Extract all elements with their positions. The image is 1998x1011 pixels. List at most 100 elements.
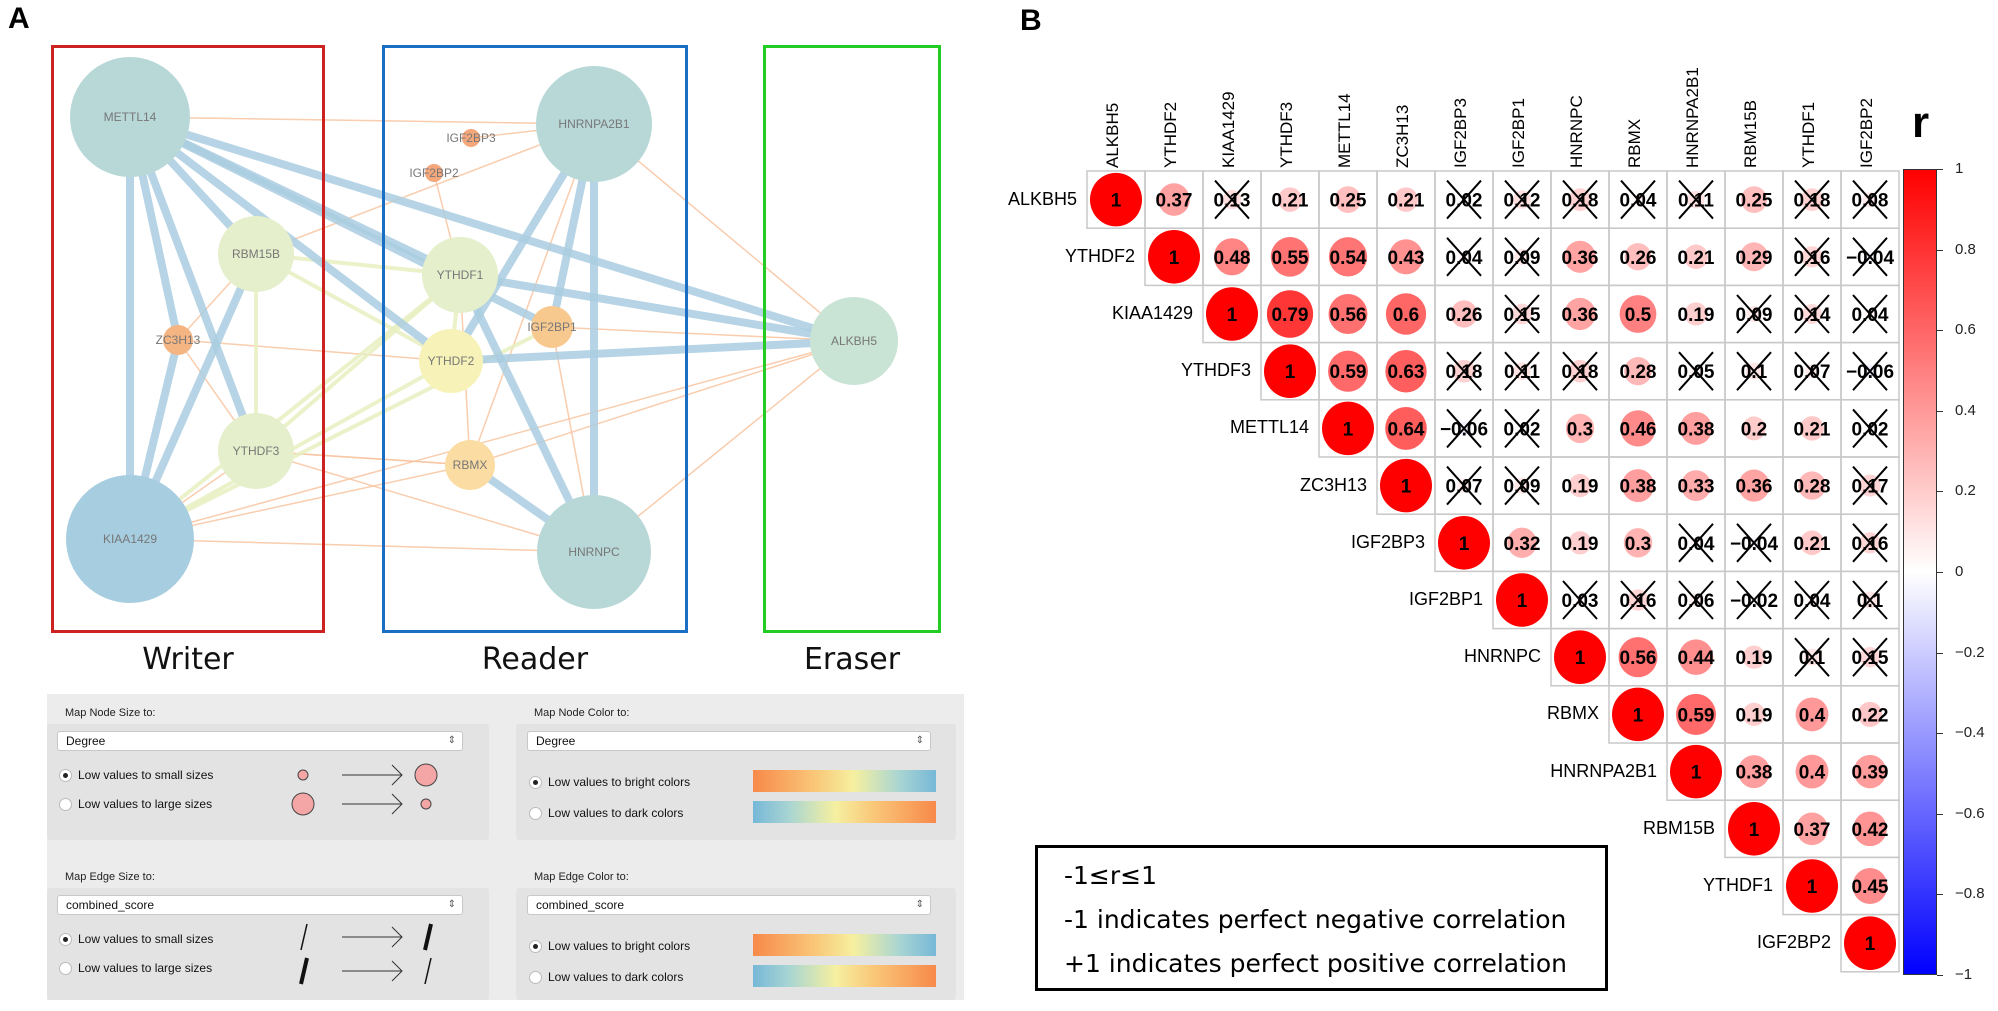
correlation-circle [1800,416,1824,441]
cell-border [1840,570,1900,630]
eraser-group-box [763,45,941,633]
correlation-cell: 1 [1260,341,1320,401]
correlation-value: 0.26 [1620,248,1657,269]
correlation-circle [1385,406,1427,450]
cell-border [1144,227,1204,287]
radio-selected[interactable] [59,768,72,782]
cell-border [1492,284,1552,344]
correlation-value: 0.54 [1330,248,1367,269]
column-label: YTHDF1 [1799,101,1818,168]
updown-icon: ⇕ [915,735,924,746]
edge-size-option-large[interactable]: Low values to large sizes [59,961,212,975]
edge-size-option-small[interactable]: Low values to small sizes [59,932,213,946]
eraser-label: Eraser [803,642,901,677]
correlation-circle [1612,687,1664,742]
correlation-value: 0.36 [1562,305,1599,326]
colorbar-tick [1937,975,1943,976]
correlation-circle [1619,295,1657,333]
correlation-circle [1670,744,1722,799]
correlation-cell: 0.04 [1840,284,1900,344]
correlation-cell: 0.04 [1782,570,1842,630]
edge-color-select[interactable]: combined_score ⇕ [527,895,931,915]
correlation-circle [1684,244,1708,270]
column-label: KIAA1429 [1219,91,1238,168]
column-label: YTHDF3 [1277,101,1296,168]
correlation-value: 0.59 [1330,362,1367,383]
cell-border [1840,685,1900,744]
column-label: IGF2BP3 [1451,98,1470,168]
cell-border [1724,742,1784,801]
radio[interactable] [529,806,542,820]
correlation-cell: 0.64 [1376,399,1436,458]
correlation-circle [1861,591,1879,609]
correlation-cell: 0.02 [1492,399,1552,458]
cell-border [1260,227,1320,287]
correlation-value: 0.2 [1741,419,1767,440]
radio[interactable] [59,797,72,811]
correlation-circle [1786,859,1838,913]
correlation-value: 0.19 [1562,477,1599,498]
radio-selected[interactable] [59,932,72,946]
node-color-option-bright[interactable]: Low values to bright colors [529,775,690,789]
correlation-value: 0.07 [1446,477,1483,498]
correlation-cell: 0.19 [1724,627,1784,687]
node-size-option-large[interactable]: Low values to large sizes [59,797,212,811]
correlation-circle [1206,287,1258,341]
correlation-value: 0.02 [1504,419,1541,440]
correlation-value: 0.19 [1562,534,1599,555]
correlation-cell: 0.03 [1550,570,1610,630]
reader-group-box [382,45,688,633]
correlation-cell: 0.38 [1666,399,1726,458]
correlation-circle [1460,195,1468,204]
radio-selected[interactable] [529,939,542,953]
edge-color-option-bright[interactable]: Low values to bright colors [529,939,690,953]
colorbar-tick-label: 0.8 [1955,240,1976,258]
legend-box: -1≤r≤1 -1 indicates perfect negative cor… [1035,845,1608,991]
correlation-value: 1 [1575,648,1586,669]
edge-size-select[interactable]: combined_score ⇕ [57,895,463,915]
cell-border [1782,341,1842,401]
cell-border [1782,513,1842,573]
correlation-value: 0.04 [1794,591,1831,612]
option-label: Low values to dark colors [548,806,684,820]
node-size-select[interactable]: Degree ⇕ [57,731,463,751]
correlation-cell: 0.19 [1666,284,1726,344]
correlation-value: 0.02 [1852,419,1889,440]
cell-border [1376,341,1436,401]
cell-border [1608,284,1668,344]
correlation-value: 0.64 [1388,419,1425,440]
node-size-value: Degree [66,734,106,748]
option-label: Low values to bright colors [548,775,691,789]
correlation-value: 0.25 [1330,191,1367,212]
colorbar-tick-label: 0.2 [1955,482,1976,500]
correlation-value: 0.04 [1852,305,1889,326]
correlation-circle [1678,639,1714,675]
radio[interactable] [529,970,542,984]
correlation-circle [1737,755,1771,789]
correlation-value: 0.16 [1852,534,1889,555]
cell-border [1724,227,1784,287]
correlation-circle [1852,868,1888,904]
correlation-circle [1458,251,1470,263]
cell-border [1608,456,1668,515]
insignificant-cross-icon [1794,237,1830,277]
correlation-circle [1864,308,1876,320]
correlation-value: 0.13 [1214,191,1251,212]
node-color-select[interactable]: Degree ⇕ [527,731,931,751]
correlation-cell: 0.11 [1666,170,1726,229]
correlation-value: 0.19 [1736,705,1773,726]
insignificant-cross-icon [1678,179,1714,220]
node-color-option-dark[interactable]: Low values to dark colors [529,806,683,820]
correlation-value: 0.12 [1504,191,1541,212]
correlation-value: 0.04 [1446,248,1483,269]
correlation-circle [1621,469,1655,503]
bright-gradient-swatch [753,934,936,956]
radio-selected[interactable] [529,775,542,789]
correlation-value: 0.19 [1678,305,1715,326]
insignificant-cross-icon [1852,408,1888,449]
radio[interactable] [59,961,72,975]
correlation-value: 0.3 [1625,534,1651,555]
edge-color-option-dark[interactable]: Low values to dark colors [529,970,683,984]
node-size-option-small[interactable]: Low values to small sizes [59,768,213,782]
correlation-value: 0.33 [1678,477,1715,498]
